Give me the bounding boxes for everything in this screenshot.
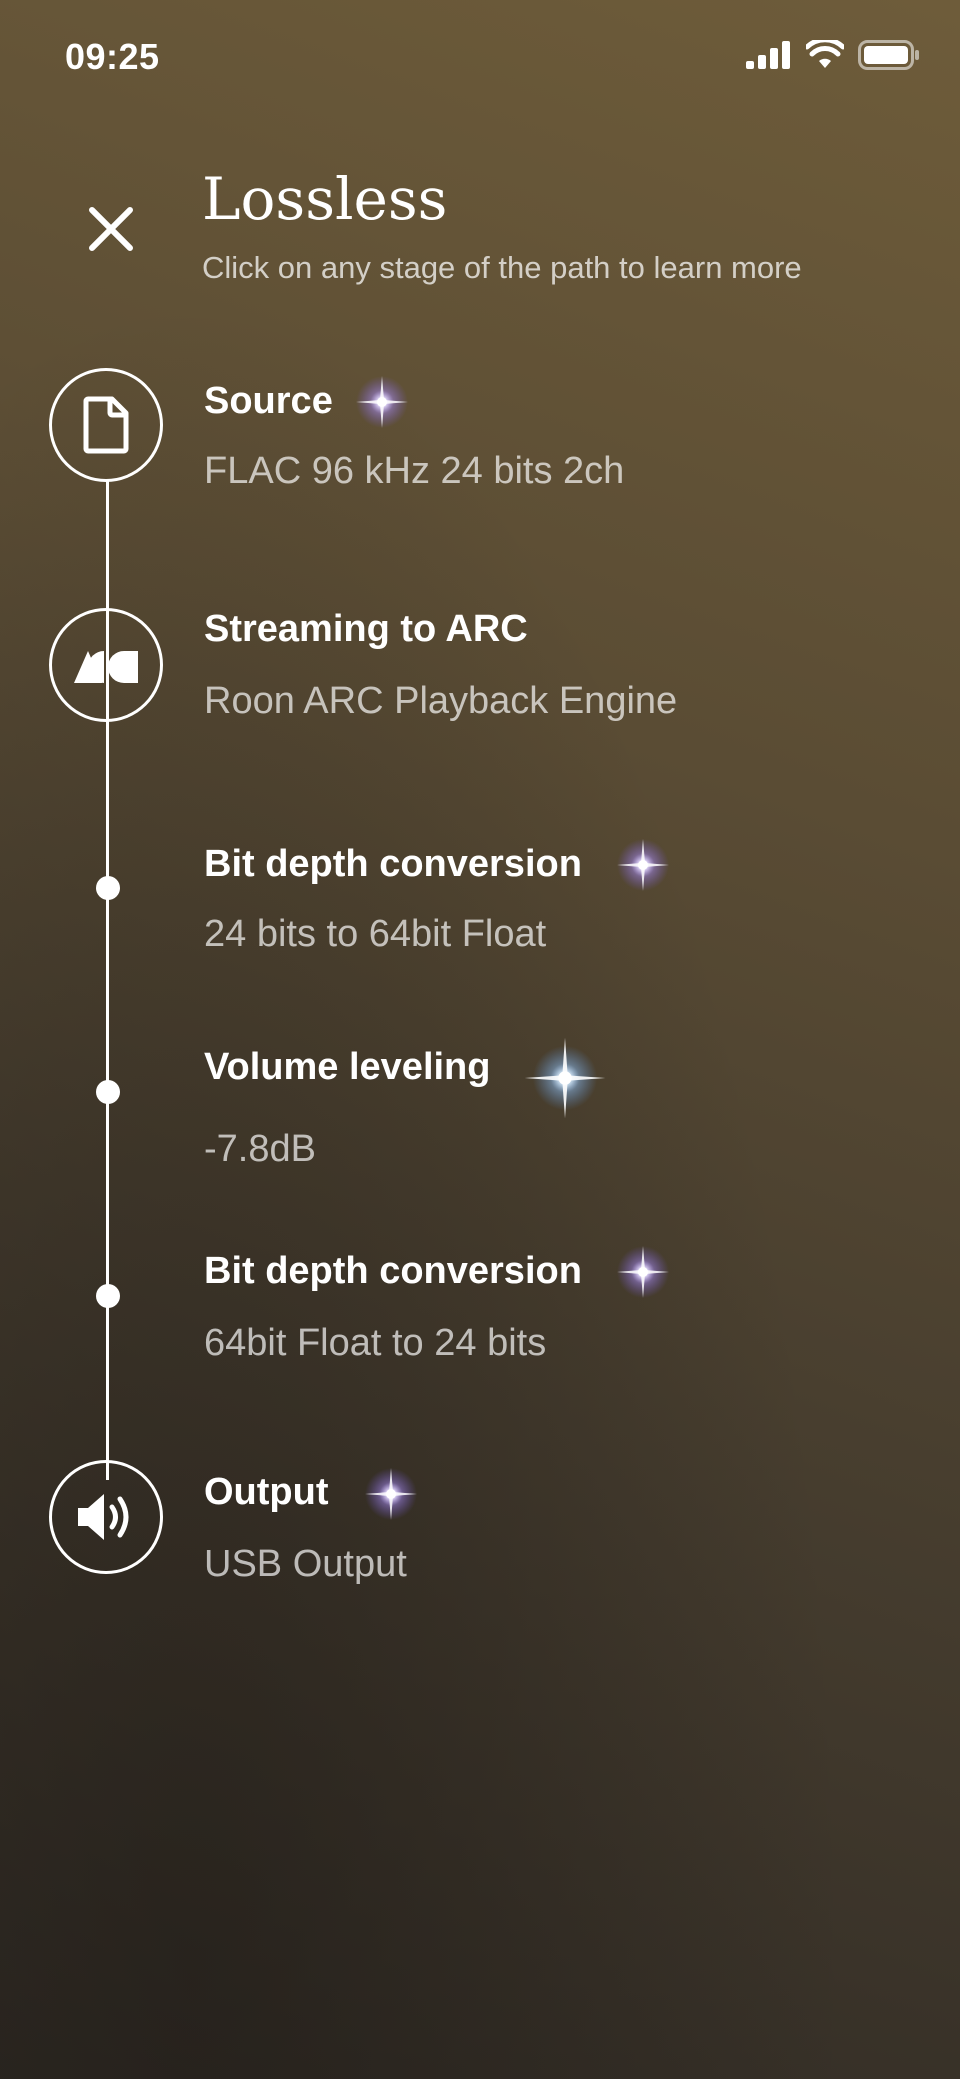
battery-icon (858, 40, 919, 70)
stage-output[interactable]: Output USB Output (0, 1465, 960, 1595)
stage-bit-depth-conversion-2[interactable]: Bit depth conversion 64bit Float to 24 b… (0, 1244, 960, 1374)
stage-title: Output (204, 1471, 329, 1513)
stage-source[interactable]: Source FLAC 96 kHz 24 bits 2ch (0, 370, 960, 500)
stage-volume-leveling[interactable]: Volume leveling -7.8dB (0, 1040, 960, 1180)
cellular-signal-icon (746, 41, 790, 69)
stage-title: Bit depth conversion (204, 1250, 582, 1292)
purple-sparkle-icon (617, 1246, 669, 1298)
stage-detail: USB Output (204, 1543, 407, 1585)
blue-sparkle-icon (524, 1037, 606, 1119)
stage-detail: -7.8dB (204, 1128, 316, 1170)
stage-bit-depth-conversion-1[interactable]: Bit depth conversion 24 bits to 64bit Fl… (0, 835, 960, 965)
close-button[interactable] (80, 198, 142, 260)
wifi-icon (806, 40, 844, 68)
stage-detail: Roon ARC Playback Engine (204, 680, 678, 722)
stage-title: Volume leveling (204, 1046, 491, 1088)
stage-detail: 24 bits to 64bit Float (204, 913, 547, 955)
page-title: Lossless (202, 165, 448, 233)
stage-title: Streaming to ARC (204, 608, 528, 650)
lossless-signal-path-screen: 09:25 Lossless Click on any stage of the… (0, 0, 960, 2079)
status-bar: 09:25 (0, 0, 960, 120)
stage-detail: 64bit Float to 24 bits (204, 1322, 547, 1364)
page-subtitle: Click on any stage of the path to learn … (202, 250, 802, 285)
stage-title: Source (204, 380, 333, 422)
purple-sparkle-icon (617, 839, 669, 891)
close-icon (89, 207, 133, 251)
status-icons (746, 40, 920, 70)
stage-streaming-to-arc[interactable]: Streaming to ARC Roon ARC Playback Engin… (0, 600, 960, 740)
stage-detail: FLAC 96 kHz 24 bits 2ch (204, 450, 625, 492)
purple-sparkle-icon (356, 376, 408, 428)
stage-title: Bit depth conversion (204, 843, 582, 885)
status-time: 09:25 (65, 36, 160, 77)
purple-sparkle-icon (365, 1468, 417, 1520)
